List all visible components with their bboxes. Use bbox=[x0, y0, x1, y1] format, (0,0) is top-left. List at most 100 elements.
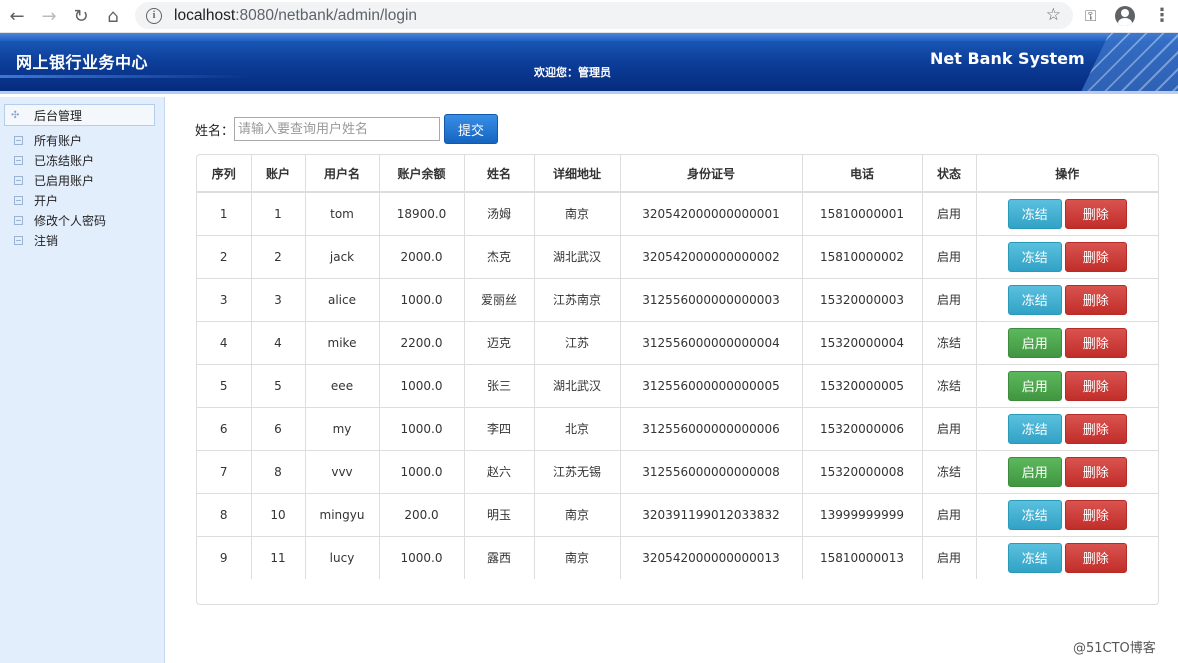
cell-account: 3 bbox=[251, 277, 306, 321]
freeze-button[interactable]: 冻结 bbox=[1007, 198, 1062, 229]
table-header-row: 序列 账户 用户名 账户余额 姓名 详细地址 身份证号 电话 状态 操作 bbox=[197, 155, 1158, 193]
cell-actions: 冻结 删除 bbox=[976, 191, 1158, 235]
cell-actions: 冻结 删除 bbox=[976, 492, 1158, 536]
search-label: 姓名： bbox=[195, 124, 235, 139]
cell-username: jack bbox=[305, 234, 380, 278]
home-icon[interactable]: ⌂ bbox=[102, 5, 124, 27]
cell-status: 启用 bbox=[922, 277, 977, 321]
cell-username: alice bbox=[305, 277, 380, 321]
cell-username: eee bbox=[305, 363, 380, 407]
delete-button[interactable]: 删除 bbox=[1064, 499, 1127, 530]
delete-button[interactable]: 删除 bbox=[1064, 413, 1127, 444]
cell-address: 湖北武汉 bbox=[534, 234, 621, 278]
menu-icon[interactable]: ⋮ bbox=[1153, 5, 1171, 26]
cell-seq: 4 bbox=[197, 320, 252, 364]
col-header-username: 用户名 bbox=[305, 155, 380, 193]
freeze-button[interactable]: 冻结 bbox=[1007, 284, 1062, 315]
cell-name: 露西 bbox=[464, 535, 535, 579]
site-info-icon[interactable]: i bbox=[146, 7, 162, 24]
cell-actions: 启用 删除 bbox=[976, 320, 1158, 364]
search-input[interactable] bbox=[234, 117, 440, 141]
account-icon[interactable] bbox=[1115, 6, 1135, 26]
table-row: 1 1 tom 18900.0 汤姆 南京 320542000000000001 158100… bbox=[197, 191, 1158, 235]
browser-toolbar: ← → ↻ ⌂ i localhost:8080/netbank/admin/l… bbox=[0, 0, 1178, 33]
delete-button[interactable]: 删除 bbox=[1064, 542, 1127, 573]
cell-phone: 15810000013 bbox=[802, 535, 923, 579]
cell-balance: 1000.0 bbox=[379, 449, 465, 493]
forward-icon[interactable]: → bbox=[38, 5, 60, 27]
table-row: 7 8 vvv 1000.0 赵六 江苏无锡 312556000000000008 15320… bbox=[197, 449, 1158, 493]
cell-phone: 15320000006 bbox=[802, 406, 923, 450]
col-header-status: 状态 bbox=[922, 155, 977, 193]
delete-button[interactable]: 删除 bbox=[1064, 327, 1127, 358]
cell-seq: 7 bbox=[197, 449, 252, 493]
cell-address: 北京 bbox=[534, 406, 621, 450]
sidebar-item-change-password[interactable]: 修改个人密码 bbox=[14, 210, 106, 230]
enable-button[interactable]: 启用 bbox=[1007, 370, 1062, 401]
delete-button[interactable]: 删除 bbox=[1064, 284, 1127, 315]
cell-account: 4 bbox=[251, 320, 306, 364]
delete-button[interactable]: 删除 bbox=[1064, 370, 1127, 401]
back-icon[interactable]: ← bbox=[6, 5, 28, 27]
cell-balance: 18900.0 bbox=[379, 191, 465, 235]
cell-balance: 1000.0 bbox=[379, 535, 465, 579]
cell-phone: 13999999999 bbox=[802, 492, 923, 536]
cell-name: 李四 bbox=[464, 406, 535, 450]
cell-phone: 15320000003 bbox=[802, 277, 923, 321]
cell-seq: 3 bbox=[197, 277, 252, 321]
cell-account: 8 bbox=[251, 449, 306, 493]
col-header-address: 详细地址 bbox=[534, 155, 621, 193]
table-row: 3 3 alice 1000.0 爱丽丝 江苏南京 312556000000000003 15… bbox=[197, 277, 1158, 321]
cell-seq: 9 bbox=[197, 535, 252, 579]
sidebar-root[interactable]: ✣ 后台管理 bbox=[4, 104, 155, 126]
table-row: 9 11 lucy 1000.0 露西 南京 320542000000000013 15810… bbox=[197, 535, 1158, 579]
reload-icon[interactable]: ↻ bbox=[70, 5, 92, 27]
cell-address: 江苏 bbox=[534, 320, 621, 364]
cell-account: 6 bbox=[251, 406, 306, 450]
cell-id-no: 320542000000000002 bbox=[620, 234, 803, 278]
cell-name: 杰克 bbox=[464, 234, 535, 278]
sidebar-item-open-account[interactable]: 开户 bbox=[14, 190, 58, 210]
cell-phone: 15810000002 bbox=[802, 234, 923, 278]
freeze-button[interactable]: 冻结 bbox=[1007, 499, 1062, 530]
cell-status: 冻结 bbox=[922, 449, 977, 493]
col-header-name: 姓名 bbox=[464, 155, 535, 193]
freeze-button[interactable]: 冻结 bbox=[1007, 542, 1062, 573]
delete-button[interactable]: 删除 bbox=[1064, 241, 1127, 272]
table-row: 8 10 mingyu 200.0 明玉 南京 320391199012033832 1399… bbox=[197, 492, 1158, 536]
cell-username: vvv bbox=[305, 449, 380, 493]
enable-button[interactable]: 启用 bbox=[1007, 456, 1062, 487]
cell-balance: 2200.0 bbox=[379, 320, 465, 364]
cell-status: 启用 bbox=[922, 234, 977, 278]
cell-account: 11 bbox=[251, 535, 306, 579]
freeze-button[interactable]: 冻结 bbox=[1007, 413, 1062, 444]
cell-username: mike bbox=[305, 320, 380, 364]
sidebar-item-enabled-accounts[interactable]: 已启用账户 bbox=[14, 170, 94, 190]
enable-button[interactable]: 启用 bbox=[1007, 327, 1062, 358]
cell-phone: 15320000008 bbox=[802, 449, 923, 493]
key-icon[interactable]: ⚿ bbox=[1085, 7, 1096, 25]
submit-button[interactable]: 提交 bbox=[444, 114, 498, 144]
cell-id-no: 312556000000000003 bbox=[620, 277, 803, 321]
sidebar-item-frozen-accounts[interactable]: 已冻结账户 bbox=[14, 150, 94, 170]
bookmark-star-icon[interactable]: ☆ bbox=[1046, 5, 1061, 25]
sidebar-item-all-accounts[interactable]: 所有账户 bbox=[14, 130, 82, 150]
cell-actions: 冻结 删除 bbox=[976, 535, 1158, 579]
cell-phone: 15810000001 bbox=[802, 191, 923, 235]
cell-username: mingyu bbox=[305, 492, 380, 536]
cell-address: 湖北武汉 bbox=[534, 363, 621, 407]
accounts-table: 序列 账户 用户名 账户余额 姓名 详细地址 身份证号 电话 状态 操作 11t… bbox=[196, 154, 1159, 605]
address-bar[interactable]: i localhost:8080/netbank/admin/login ☆ bbox=[135, 2, 1073, 29]
delete-button[interactable]: 删除 bbox=[1064, 456, 1127, 487]
col-header-id-no: 身份证号 bbox=[620, 155, 803, 193]
table-row: 6 6 my 1000.0 李四 北京 312556000000000006 15320000… bbox=[197, 406, 1158, 450]
tree-leaf-icon bbox=[14, 195, 23, 205]
freeze-button[interactable]: 冻结 bbox=[1007, 241, 1062, 272]
cell-balance: 2000.0 bbox=[379, 234, 465, 278]
tree-leaf-icon bbox=[14, 175, 23, 185]
sidebar-item-logout[interactable]: 注销 bbox=[14, 230, 58, 250]
site-title: 网上银行业务中心 bbox=[16, 53, 149, 72]
tree-leaf-icon bbox=[14, 215, 23, 225]
cell-account: 5 bbox=[251, 363, 306, 407]
delete-button[interactable]: 删除 bbox=[1064, 198, 1127, 229]
